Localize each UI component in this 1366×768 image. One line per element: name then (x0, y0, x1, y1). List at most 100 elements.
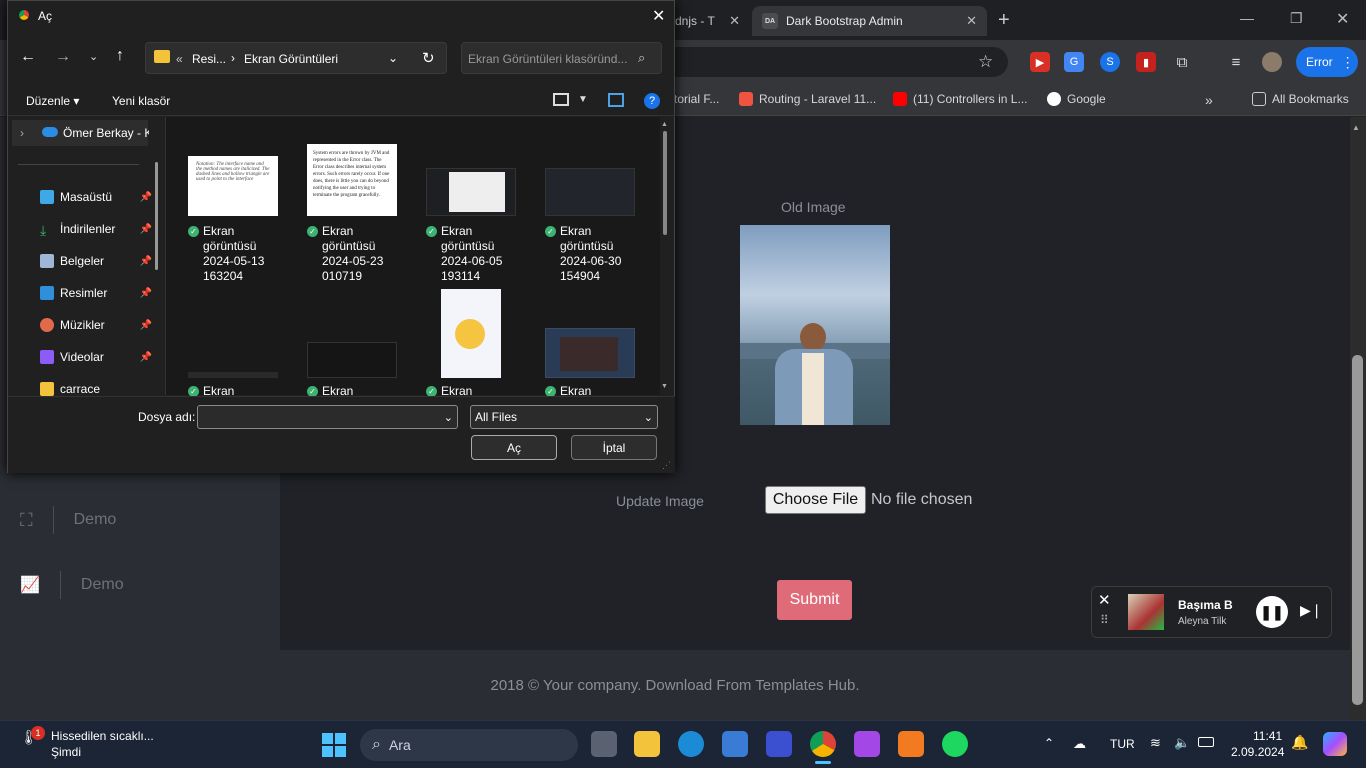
scroll-up-icon[interactable]: ▲ (1352, 123, 1360, 132)
file-item[interactable]: ✓ Ekran görüntüsü 2024-06-05 193114 (426, 168, 516, 284)
taskbar-search[interactable]: ⌕ Ara (360, 729, 578, 761)
back-arrow-icon[interactable]: ← (20, 48, 36, 66)
scrollbar-thumb[interactable] (1352, 355, 1363, 705)
error-button[interactable]: Error ⋮ (1296, 47, 1358, 77)
chevron-up-icon[interactable]: ⌃ (1044, 736, 1054, 750)
close-window-icon[interactable]: ✕ (1336, 9, 1349, 29)
bookmark-item[interactable]: Routing - Laravel 11... (739, 92, 876, 106)
language-indicator[interactable]: TUR (1110, 737, 1135, 751)
scroll-up-icon[interactable]: ▲ (661, 121, 668, 128)
up-arrow-icon[interactable]: ↑ (116, 47, 124, 65)
breadcrumb-item[interactable]: Ekran Görüntüleri (244, 52, 338, 66)
browser-tab-active[interactable]: DA Dark Bootstrap Admin ✕ (752, 6, 987, 36)
clock-time[interactable]: 11:41 (1253, 729, 1282, 743)
pause-button[interactable]: ❚❚ (1256, 596, 1288, 628)
weather-text[interactable]: Hissedilen sıcaklı... (51, 729, 154, 743)
chevron-right-icon[interactable]: › (20, 126, 24, 140)
nav-item-music[interactable]: Müzikler 📌 (40, 315, 152, 335)
spotify-icon[interactable] (942, 731, 968, 757)
breadcrumb-item[interactable]: Resi... (192, 52, 226, 66)
resize-grip-icon[interactable]: ⋰ (662, 460, 671, 471)
file-item[interactable]: ✓ Ekran (545, 328, 635, 399)
choose-file-button[interactable]: Choose File (765, 486, 866, 514)
wifi-icon[interactable]: ≋ (1150, 735, 1161, 751)
shazam-ext-icon[interactable]: S (1100, 52, 1120, 72)
chevron-right-icon[interactable]: » (1205, 92, 1213, 108)
all-bookmarks[interactable]: All Bookmarks (1252, 92, 1349, 106)
browser-tab[interactable]: dnjs - T ✕ (665, 6, 750, 36)
close-icon[interactable]: ✕ (1098, 591, 1111, 609)
file-item[interactable]: Notation: The interface name and the met… (188, 156, 278, 284)
bookmark-item[interactable]: (11) Controllers in L... (893, 92, 1028, 106)
minimize-icon[interactable]: — (1240, 10, 1254, 26)
file-explorer-icon[interactable] (634, 731, 660, 757)
chrome-taskbar-icon[interactable] (810, 731, 836, 757)
book-ext-icon[interactable]: ▮ (1136, 52, 1156, 72)
nav-onedrive[interactable]: Ömer Berkay - K (63, 126, 149, 140)
nav-item-pictures[interactable]: Resimler 📌 (40, 283, 152, 303)
organize-menu[interactable]: Düzenle ▾ (26, 94, 79, 108)
file-item[interactable]: ✓ Ekran (307, 342, 397, 399)
preview-pane-icon[interactable] (608, 93, 624, 107)
file-item[interactable]: System errors are thrown by JVM and repr… (307, 144, 397, 284)
path-bar[interactable]: « Resi... › Ekran Görüntüleri ⌄ ↻ (145, 42, 447, 74)
new-folder-button[interactable]: Yeni klasör (112, 94, 170, 108)
extensions-icon[interactable]: ⧉ (1172, 52, 1192, 72)
nav-item-desktop[interactable]: Masaüstü 📌 (40, 187, 152, 207)
notifications-bell-icon[interactable]: 🔔 (1291, 734, 1308, 751)
battery-icon[interactable] (1198, 737, 1214, 747)
new-tab-button[interactable]: + (998, 9, 1010, 32)
copilot-icon[interactable] (1323, 732, 1347, 756)
file-item[interactable]: ✓ Ekran (426, 289, 516, 399)
file-scrollbar-thumb[interactable] (663, 131, 667, 235)
bookmark-item[interactable]: torial F... (674, 92, 719, 106)
nav-item-downloads[interactable]: ⤓ İndirilenler 📌 (40, 219, 152, 239)
nav-scrollbar-thumb[interactable] (155, 162, 158, 270)
chevron-down-icon[interactable]: ⌄ (388, 51, 398, 65)
media-control-icon[interactable]: ≡ (1226, 52, 1246, 72)
maximize-icon[interactable]: ❐ (1290, 10, 1303, 27)
recent-locations-icon[interactable]: ⌄ (89, 50, 98, 63)
translate-ext-icon[interactable]: G (1064, 52, 1084, 72)
nav-item-documents[interactable]: Belgeler 📌 (40, 251, 152, 271)
refresh-icon[interactable]: ↻ (422, 49, 435, 67)
clock-date[interactable]: 2.09.2024 (1231, 745, 1284, 759)
close-icon[interactable]: ✕ (652, 6, 665, 26)
open-button[interactable]: Aç (471, 435, 557, 460)
drag-handle-icon[interactable]: ⠿ (1100, 613, 1109, 627)
cancel-button[interactable]: İptal (571, 435, 657, 460)
profile-avatar[interactable] (1262, 52, 1282, 72)
help-icon[interactable]: ? (644, 93, 660, 109)
sidebar-item-demo[interactable]: 📈 Demo (20, 570, 124, 600)
start-button[interactable] (322, 733, 346, 757)
volume-icon[interactable]: 🔈 (1174, 735, 1190, 751)
vscode-icon[interactable] (766, 731, 792, 757)
edge-icon[interactable] (678, 731, 704, 757)
file-item[interactable]: ✓ Ekran (188, 372, 278, 399)
view-icon[interactable] (553, 93, 569, 106)
phpstorm-icon[interactable] (854, 731, 880, 757)
more-menu-icon[interactable]: ⋮ (1341, 54, 1355, 71)
sidebar-item-demo[interactable]: ⛶ Demo (20, 505, 116, 535)
bookmark-item[interactable]: Google (1047, 92, 1106, 106)
scroll-down-icon[interactable]: ▼ (661, 383, 668, 390)
forward-arrow-icon[interactable]: → (55, 48, 71, 66)
task-view-icon[interactable] (591, 731, 617, 757)
xampp-icon[interactable] (898, 731, 924, 757)
file-type-select[interactable]: All Files ⌄ (470, 405, 658, 429)
close-icon[interactable]: ✕ (966, 13, 977, 29)
submit-button[interactable]: Submit (777, 580, 852, 620)
store-icon[interactable] (722, 731, 748, 757)
filename-input[interactable]: ⌄ (197, 405, 458, 429)
star-icon[interactable]: ☆ (978, 52, 993, 72)
breadcrumb-overflow-icon[interactable]: « (176, 52, 183, 66)
youtube-ext-icon[interactable]: ▶ (1030, 52, 1050, 72)
nav-item-videos[interactable]: Videolar 📌 (40, 347, 152, 367)
onedrive-tray-icon[interactable]: ☁ (1073, 736, 1086, 752)
chevron-down-icon[interactable]: ▼ (578, 94, 588, 105)
folder-search-input[interactable]: Ekran Görüntüleri klasöründ... ⌕ (461, 42, 662, 74)
next-track-icon[interactable]: ▶❘ (1300, 602, 1323, 619)
file-item[interactable]: ✓ Ekran görüntüsü 2024-06-30 154904 (545, 168, 635, 284)
chevron-down-icon[interactable]: ⌄ (444, 411, 453, 424)
close-icon[interactable]: ✕ (729, 13, 740, 29)
